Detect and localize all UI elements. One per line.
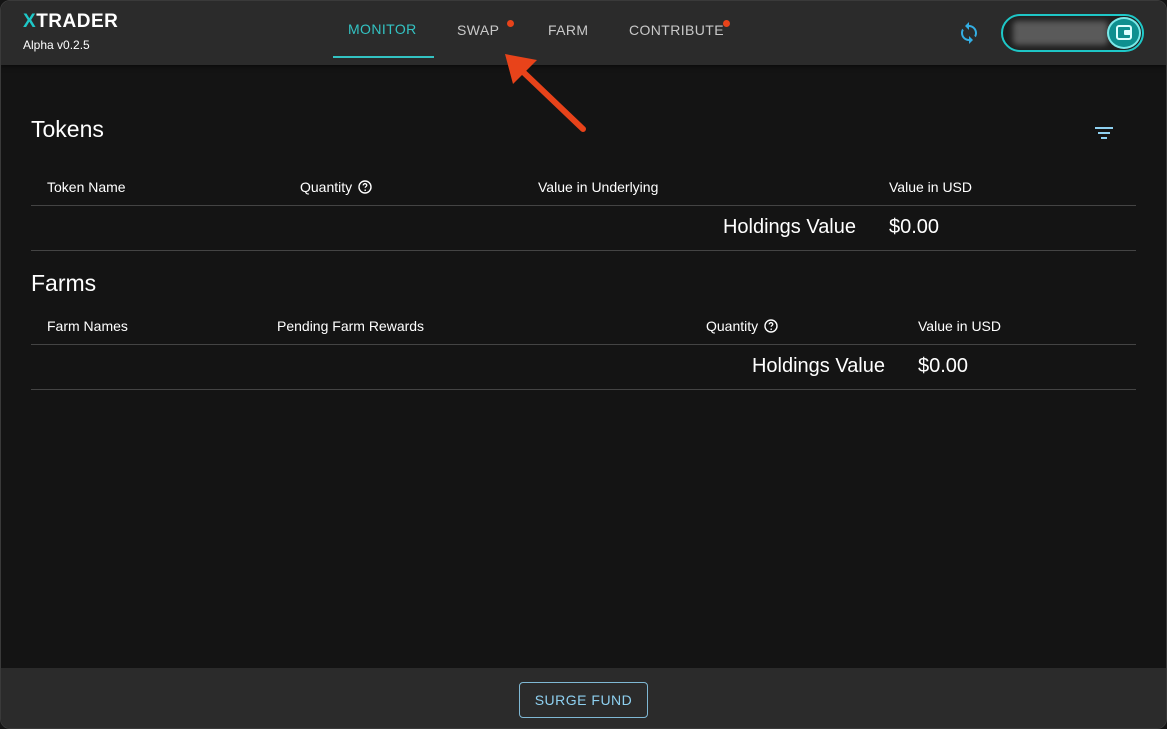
tokens-holdings-label: Holdings Value (722, 216, 856, 238)
tokens-col-value-underlying-label: Value in Underlying (538, 179, 659, 195)
tab-monitor-label: MONITOR (348, 20, 417, 37)
farms-col-farm-names-label: Farm Names (47, 318, 128, 334)
app-logo[interactable]: XTRADER (23, 11, 118, 33)
tokens-title: Tokens (31, 116, 104, 142)
wallet-icon (1107, 17, 1141, 49)
tokens-col-quantity[interactable]: Quantity (300, 179, 372, 195)
tokens-col-value-underlying[interactable]: Value in Underlying (538, 179, 658, 195)
help-icon[interactable] (358, 180, 372, 194)
tab-farm-label: FARM (548, 21, 589, 38)
swap-notification-dot (507, 20, 514, 27)
tab-monitor[interactable]: MONITOR (333, 1, 434, 58)
annotation-arrow-icon (505, 54, 586, 132)
logo-x: X (23, 11, 37, 32)
help-icon[interactable] (764, 319, 778, 333)
tokens-col-quantity-label: Quantity (300, 179, 353, 195)
tab-swap-label: SWAP (457, 21, 500, 38)
tokens-header-divider (31, 205, 1136, 206)
tokens-holdings-value: $0.00 (889, 216, 940, 238)
farms-col-pending-rewards[interactable]: Pending Farm Rewards (277, 318, 424, 334)
farms-col-quantity[interactable]: Quantity (706, 318, 778, 334)
farms-footer-divider (31, 389, 1136, 390)
farms-holdings-label: Holdings Value (751, 355, 885, 377)
app-version: Alpha v0.2.5 (23, 38, 90, 52)
farms-col-quantity-label: Quantity (706, 318, 759, 334)
farms-col-value-usd-label: Value in USD (918, 318, 1002, 334)
tokens-col-value-usd-label: Value in USD (889, 179, 973, 195)
tokens-col-token-name[interactable]: Token Name (47, 179, 126, 195)
filter-icon[interactable] (1094, 125, 1114, 141)
logo-text: TRADER (36, 11, 119, 32)
farms-col-farm-names[interactable]: Farm Names (47, 318, 128, 334)
farms-col-value-usd[interactable]: Value in USD (918, 318, 1001, 334)
app-window: XTRADER Alpha v0.2.5 MONITOR SWAP FARM C… (0, 0, 1167, 729)
tab-contribute-label: CONTRIBUTE (629, 21, 724, 38)
contribute-notification-dot (723, 20, 730, 27)
farms-title: Farms (31, 270, 97, 296)
farms-holdings-value: $0.00 (918, 355, 969, 377)
farms-header-divider (31, 344, 1136, 345)
tab-contribute[interactable]: CONTRIBUTE (606, 1, 746, 58)
surge-fund-button[interactable]: SURGE FUND (519, 682, 648, 718)
tokens-col-token-name-label: Token Name (47, 179, 126, 195)
tokens-footer-divider (31, 250, 1136, 251)
wallet-address-blurred (1013, 21, 1108, 45)
tokens-col-value-usd[interactable]: Value in USD (889, 179, 972, 195)
wallet-connect-button[interactable] (1001, 14, 1144, 52)
farms-col-pending-rewards-label: Pending Farm Rewards (277, 318, 425, 334)
refresh-icon[interactable] (957, 21, 981, 45)
